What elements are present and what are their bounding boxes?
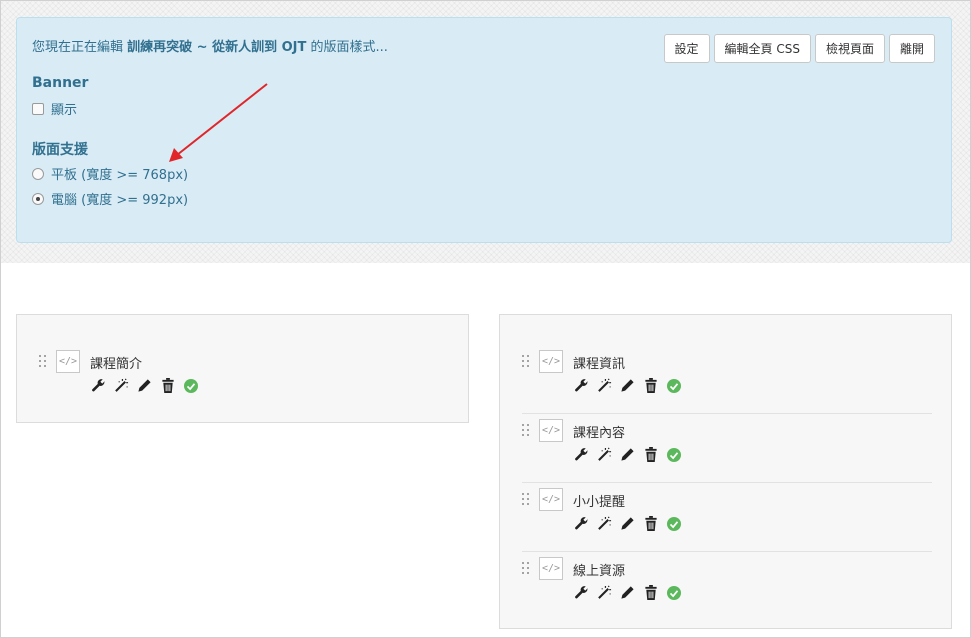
pencil-icon[interactable] [619, 377, 636, 394]
code-icon-glyph: </> [541, 425, 561, 436]
code-icon-glyph: </> [541, 356, 561, 367]
trash-icon[interactable] [642, 377, 659, 394]
wrench-icon[interactable] [573, 377, 590, 394]
layout-support-title: 版面支援 [32, 142, 88, 158]
tablet-label: 平板 (寬度 >= 768px) [51, 168, 189, 183]
trash-icon[interactable] [159, 377, 176, 394]
leave-button[interactable]: 離開 [888, 34, 935, 63]
wrench-icon[interactable] [573, 446, 590, 463]
widget-item: </> 小小提醒 [522, 483, 932, 552]
magic-wand-icon[interactable] [596, 515, 613, 532]
drag-handle-icon[interactable] [39, 355, 47, 369]
desktop-radio[interactable] [32, 192, 44, 205]
wrench-icon[interactable] [573, 515, 590, 532]
widget-name: 課程資訊 [573, 357, 626, 372]
widget-tools [573, 446, 682, 463]
banner-show-checkbox[interactable] [32, 102, 44, 115]
pencil-icon[interactable] [136, 377, 153, 394]
trash-icon[interactable] [642, 584, 659, 601]
check-circle-icon[interactable] [182, 377, 199, 394]
layout-option-tablet[interactable]: 平板 (寬度 >= 768px) [32, 164, 188, 183]
banner-title: Banner [32, 75, 89, 91]
banner-show-label: 顯示 [51, 103, 78, 118]
desktop-label: 電腦 (寬度 >= 992px) [51, 193, 189, 208]
tablet-radio[interactable] [32, 167, 44, 180]
drag-handle-icon[interactable] [522, 493, 530, 507]
drag-handle-icon[interactable] [522, 562, 530, 576]
edit-info-panel: 您現在正在編輯 訓練再突破 ~ 從新人訓到 OJT 的版面樣式... 設定 編輯… [16, 17, 952, 243]
widget-tools [573, 584, 682, 601]
check-circle-icon[interactable] [665, 515, 682, 532]
magic-wand-icon[interactable] [596, 446, 613, 463]
notice-course-name: 訓練再突破 ~ 從新人訓到 OJT [127, 40, 307, 55]
notice-prefix: 您現在正在編輯 [32, 40, 128, 55]
magic-wand-icon[interactable] [596, 377, 613, 394]
toolbar: 設定 編輯全頁 CSS 檢視頁面 離開 [663, 34, 935, 63]
wrench-icon[interactable] [90, 377, 107, 394]
pencil-icon[interactable] [619, 584, 636, 601]
code-icon: </> [539, 488, 563, 511]
code-icon-glyph: </> [541, 563, 561, 574]
edit-css-button[interactable]: 編輯全頁 CSS [713, 34, 811, 63]
code-icon: </> [539, 557, 563, 580]
check-circle-icon[interactable] [665, 377, 682, 394]
code-icon-glyph: </> [58, 356, 78, 367]
code-icon: </> [56, 350, 80, 373]
view-page-button[interactable]: 檢視頁面 [814, 34, 885, 63]
left-column-panel: </> 課程簡介 [16, 314, 469, 423]
code-icon-glyph: </> [541, 494, 561, 505]
widget-item: </> 課程簡介 [39, 345, 449, 414]
widget-item: </> 線上資源 [522, 552, 932, 621]
wrench-icon[interactable] [573, 584, 590, 601]
magic-wand-icon[interactable] [596, 584, 613, 601]
pencil-icon[interactable] [619, 446, 636, 463]
code-icon: </> [539, 419, 563, 442]
right-column-panel: </> 課程資訊 </> 課程內容 </> 小小提醒 </> 線上資源 [499, 314, 952, 629]
pencil-icon[interactable] [619, 515, 636, 532]
widget-item: </> 課程內容 [522, 414, 932, 483]
widget-name: 課程簡介 [90, 357, 143, 372]
drag-handle-icon[interactable] [522, 424, 530, 438]
code-icon: </> [539, 350, 563, 373]
drag-handle-icon[interactable] [522, 355, 530, 369]
notice-suffix: 的版面樣式... [306, 40, 388, 55]
widget-name: 小小提醒 [573, 495, 626, 510]
widget-tools [573, 377, 682, 394]
trash-icon[interactable] [642, 446, 659, 463]
widget-tools [573, 515, 682, 532]
edit-notice: 您現在正在編輯 訓練再突破 ~ 從新人訓到 OJT 的版面樣式... [32, 36, 388, 55]
widget-item: </> 課程資訊 [522, 345, 932, 414]
check-circle-icon[interactable] [665, 446, 682, 463]
widget-name: 課程內容 [573, 426, 626, 441]
check-circle-icon[interactable] [665, 584, 682, 601]
trash-icon[interactable] [642, 515, 659, 532]
banner-show-option[interactable]: 顯示 [32, 99, 77, 118]
settings-button[interactable]: 設定 [663, 34, 710, 63]
magic-wand-icon[interactable] [113, 377, 130, 394]
widget-tools [90, 377, 199, 394]
layout-option-desktop[interactable]: 電腦 (寬度 >= 992px) [32, 189, 188, 208]
widget-name: 線上資源 [573, 564, 626, 579]
